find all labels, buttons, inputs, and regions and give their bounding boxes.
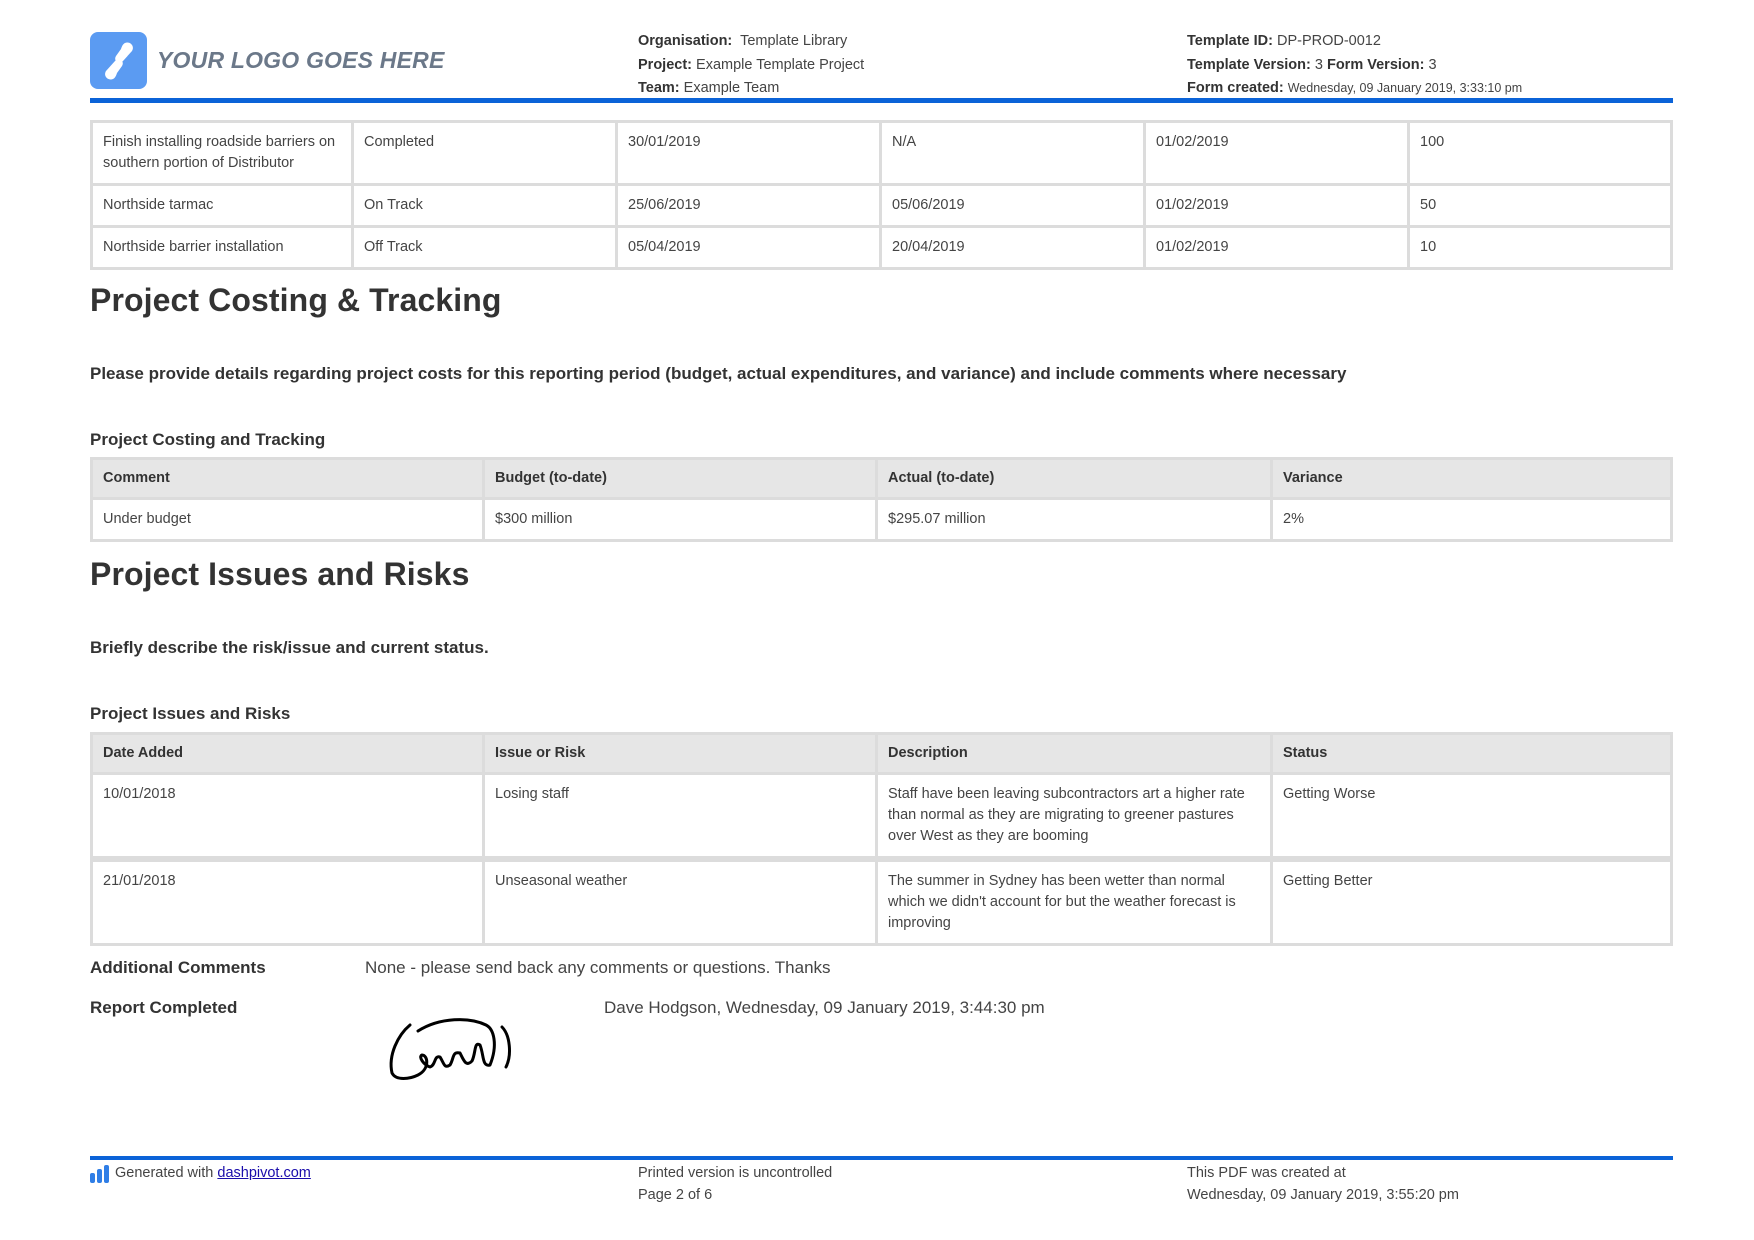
template-version-value: 3 bbox=[1314, 56, 1323, 73]
table-row: Northside tarmac On Track 25/06/2019 05/… bbox=[90, 186, 1673, 228]
header-project-info: Organisation: Template Library Project: … bbox=[638, 30, 864, 101]
form-version-label: Form Version: bbox=[1326, 56, 1425, 73]
table-cell: Staff have been leaving subcontractors a… bbox=[878, 775, 1273, 859]
logo: YOUR LOGO GOES HERE bbox=[90, 32, 445, 89]
table-cell: $295.07 million bbox=[878, 500, 1273, 542]
table-cell: 2% bbox=[1273, 500, 1673, 542]
table-cell: Northside barrier installation bbox=[90, 228, 354, 270]
table-cell: 05/04/2019 bbox=[618, 228, 882, 270]
table-cell: 01/02/2019 bbox=[1146, 186, 1410, 228]
header-template-info: Template ID: DP-PROD-0012 Template Versi… bbox=[1187, 30, 1522, 101]
table-row: 21/01/2018 Unseasonal weather The summer… bbox=[90, 859, 1673, 946]
table-cell: Finish installing roadside barriers on s… bbox=[90, 120, 354, 186]
table-cell: Getting Better bbox=[1273, 859, 1673, 946]
column-header: Actual (to-date) bbox=[878, 457, 1273, 500]
organisation-label: Organisation: bbox=[638, 33, 733, 49]
organisation-value: Template Library bbox=[740, 33, 848, 49]
page-number: Page 2 of 6 bbox=[638, 1186, 713, 1203]
table-cell: Getting Worse bbox=[1273, 775, 1673, 859]
signature-image bbox=[389, 1018, 511, 1080]
table-cell: Under budget bbox=[90, 500, 485, 542]
footer-pdf-created: This PDF was created at Wednesday, 09 Ja… bbox=[1187, 1163, 1459, 1206]
report-page: YOUR LOGO GOES HERE Organisation: Templa… bbox=[90, 0, 1673, 1240]
table-row: Northside barrier installation Off Track… bbox=[90, 228, 1673, 270]
report-completed-label: Report Completed bbox=[90, 998, 238, 1017]
logo-text: YOUR LOGO GOES HERE bbox=[157, 47, 445, 73]
project-label: Project: bbox=[638, 56, 692, 73]
table-cell: 50 bbox=[1410, 186, 1673, 228]
table-cell: 10/01/2018 bbox=[90, 775, 485, 859]
column-header: Date Added bbox=[90, 732, 485, 775]
column-header: Description bbox=[878, 732, 1273, 775]
table-cell: 100 bbox=[1410, 120, 1673, 186]
team-value: Example Team bbox=[683, 80, 780, 96]
table-cell: 05/06/2019 bbox=[882, 186, 1146, 228]
table-cell: 21/01/2018 bbox=[90, 859, 485, 946]
form-created-value: Wednesday, 09 January 2019, 3:33:10 pm bbox=[1287, 81, 1523, 95]
uncontrolled-notice: Printed version is uncontrolled bbox=[638, 1165, 833, 1181]
team-label: Team: bbox=[638, 80, 680, 96]
column-header: Issue or Risk bbox=[485, 732, 878, 775]
template-version-label: Template Version: bbox=[1187, 56, 1311, 73]
issues-table: Date Added Issue or Risk Description Sta… bbox=[90, 732, 1673, 946]
footer-page-info: Printed version is uncontrolled Page 2 o… bbox=[638, 1163, 832, 1206]
form-version-value: 3 bbox=[1428, 56, 1437, 73]
table-cell: 01/02/2019 bbox=[1146, 120, 1410, 186]
table-cell: 25/06/2019 bbox=[618, 186, 882, 228]
table-cell: Off Track bbox=[354, 228, 618, 270]
table-row: 10/01/2018 Losing staff Staff have been … bbox=[90, 775, 1673, 859]
page-header: YOUR LOGO GOES HERE Organisation: Templa… bbox=[90, 30, 1673, 102]
table-cell: On Track bbox=[354, 186, 618, 228]
project-value: Example Template Project bbox=[696, 56, 865, 73]
dashpivot-bars-icon bbox=[90, 1165, 109, 1183]
costing-instruction: Please provide details regarding project… bbox=[90, 364, 1347, 383]
column-header: Status bbox=[1273, 732, 1673, 775]
costing-table: Comment Budget (to-date) Actual (to-date… bbox=[90, 457, 1673, 542]
pdf-created-value: Wednesday, 09 January 2019, 3:55:20 pm bbox=[1187, 1186, 1459, 1203]
generated-with: Generated with dashpivot.com bbox=[90, 1163, 311, 1185]
issues-instruction: Briefly describe the risk/issue and curr… bbox=[90, 638, 489, 657]
table-cell: Losing staff bbox=[485, 775, 878, 859]
template-id-label: Template ID: bbox=[1187, 33, 1273, 49]
table-cell: 01/02/2019 bbox=[1146, 228, 1410, 270]
table-cell: The summer in Sydney has been wetter tha… bbox=[878, 859, 1273, 946]
table-cell: $300 million bbox=[485, 500, 878, 542]
table-row: Finish installing roadside barriers on s… bbox=[90, 120, 1673, 186]
column-header: Budget (to-date) bbox=[485, 457, 878, 500]
costing-heading: Project Costing & Tracking bbox=[90, 282, 502, 318]
additional-comments-label: Additional Comments bbox=[90, 958, 266, 977]
logo-s-icon bbox=[90, 32, 147, 89]
table-cell: N/A bbox=[882, 120, 1146, 186]
table-cell: Completed bbox=[354, 120, 618, 186]
column-header: Variance bbox=[1273, 457, 1673, 500]
generated-prefix: Generated with bbox=[115, 1165, 214, 1181]
milestones-table: Finish installing roadside barriers on s… bbox=[90, 120, 1673, 270]
column-header: Comment bbox=[90, 457, 485, 500]
table-cell: 30/01/2019 bbox=[618, 120, 882, 186]
pdf-created-label: This PDF was created at bbox=[1187, 1165, 1346, 1181]
header-divider bbox=[90, 98, 1673, 103]
dashpivot-link[interactable]: dashpivot.com bbox=[217, 1163, 311, 1185]
additional-comments-value: None - please send back any comments or … bbox=[365, 958, 831, 977]
table-cell: 20/04/2019 bbox=[882, 228, 1146, 270]
table-header-row: Comment Budget (to-date) Actual (to-date… bbox=[90, 457, 1673, 500]
table-row: Under budget $300 million $295.07 millio… bbox=[90, 500, 1673, 542]
report-completed-value: Dave Hodgson, Wednesday, 09 January 2019… bbox=[604, 998, 1045, 1017]
issues-heading: Project Issues and Risks bbox=[90, 556, 470, 592]
issues-table-title: Project Issues and Risks bbox=[90, 704, 291, 723]
table-cell: Unseasonal weather bbox=[485, 859, 878, 946]
table-cell: Northside tarmac bbox=[90, 186, 354, 228]
footer-divider bbox=[90, 1156, 1673, 1160]
template-id-value: DP-PROD-0012 bbox=[1276, 33, 1381, 49]
table-header-row: Date Added Issue or Risk Description Sta… bbox=[90, 732, 1673, 775]
table-cell: 10 bbox=[1410, 228, 1673, 270]
form-created-label: Form created: bbox=[1187, 80, 1284, 96]
costing-table-title: Project Costing and Tracking bbox=[90, 430, 326, 449]
